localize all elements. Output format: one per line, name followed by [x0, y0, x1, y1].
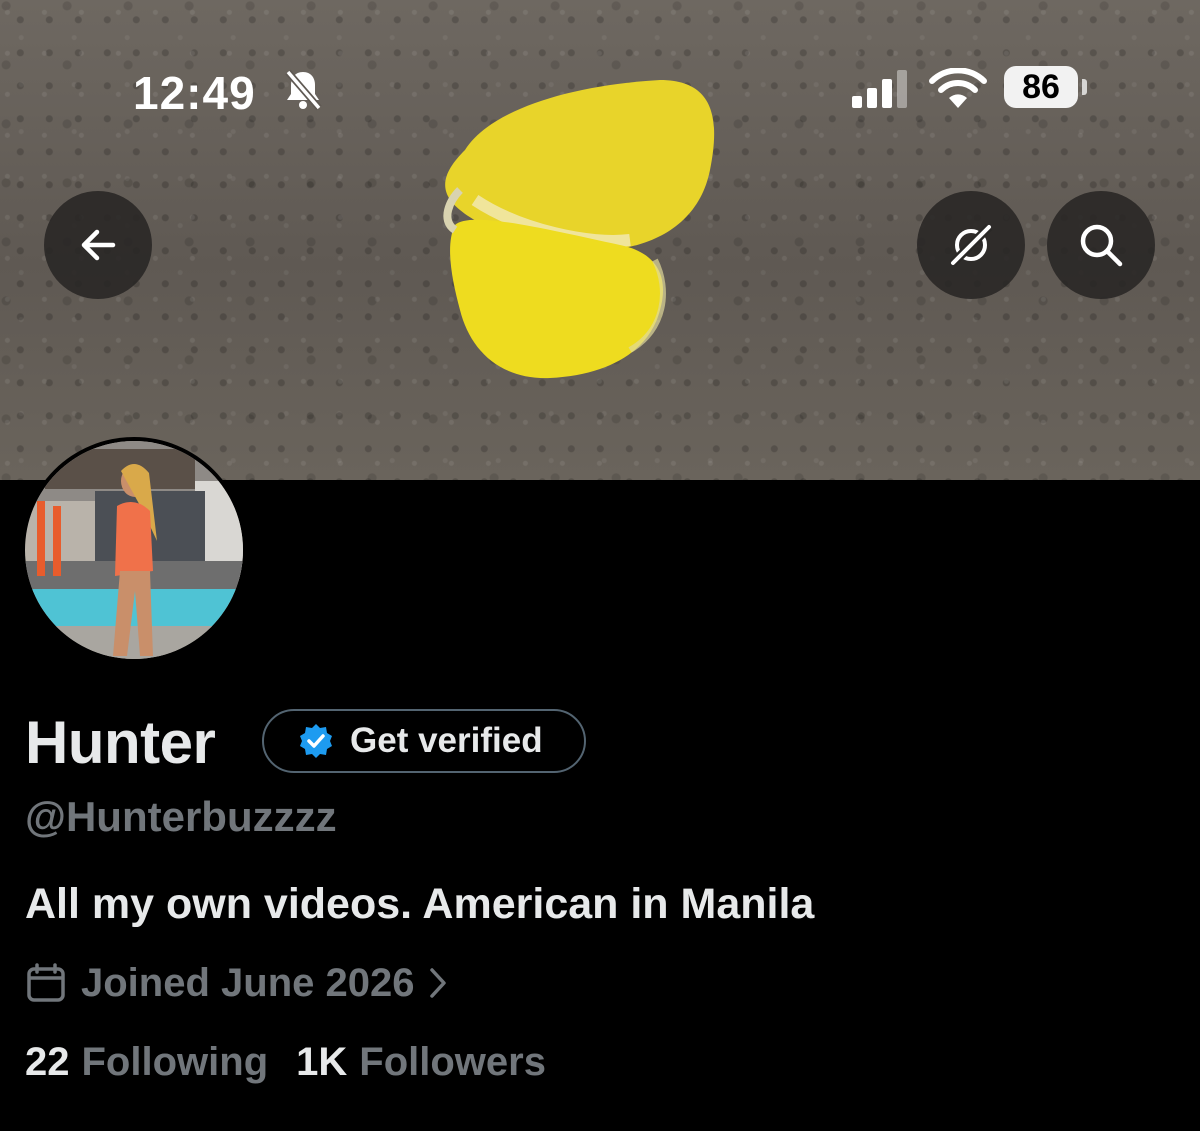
- avatar[interactable]: [25, 441, 243, 659]
- joined-date[interactable]: Joined June 2026: [25, 955, 450, 1011]
- followers-count: 1K: [296, 1040, 348, 1084]
- followers-link[interactable]: 1K Followers: [296, 1040, 546, 1085]
- grok-icon: [949, 223, 993, 267]
- following-label: Following: [81, 1040, 269, 1084]
- wifi-icon: [929, 68, 987, 108]
- search-icon: [1080, 224, 1123, 267]
- chevron-right-icon: [430, 968, 447, 998]
- cellular-signal-icon: [852, 70, 907, 108]
- profile-name: Hunter: [25, 709, 216, 776]
- verified-badge-icon: [300, 724, 332, 758]
- follow-stats: 22 Following 1K Followers: [25, 1040, 574, 1085]
- bell-slash-icon: [285, 69, 322, 111]
- back-arrow-icon: [81, 229, 116, 261]
- followers-label: Followers: [359, 1040, 546, 1084]
- butterfly-image: [443, 80, 715, 379]
- get-verified-button[interactable]: Get verified: [262, 709, 586, 773]
- following-count: 22: [25, 1040, 70, 1084]
- following-link[interactable]: 22 Following: [25, 1040, 268, 1085]
- battery-icon: 86: [1004, 66, 1078, 108]
- grok-button[interactable]: [917, 191, 1025, 299]
- battery-level: 86: [1022, 67, 1060, 106]
- profile-bio: All my own videos. American in Manila: [25, 880, 815, 928]
- profile-handle: @Hunterbuzzzz: [25, 793, 337, 840]
- joined-text: Joined June 2026: [81, 960, 415, 1005]
- avatar-photo: [25, 441, 243, 659]
- battery-cap: [1082, 79, 1087, 95]
- status-bar: 12:49 86: [0, 62, 1200, 122]
- get-verified-label: Get verified: [350, 721, 543, 760]
- back-button[interactable]: [44, 191, 152, 299]
- search-button[interactable]: [1047, 191, 1155, 299]
- calendar-icon: [27, 963, 65, 1002]
- status-time: 12:49: [133, 67, 256, 119]
